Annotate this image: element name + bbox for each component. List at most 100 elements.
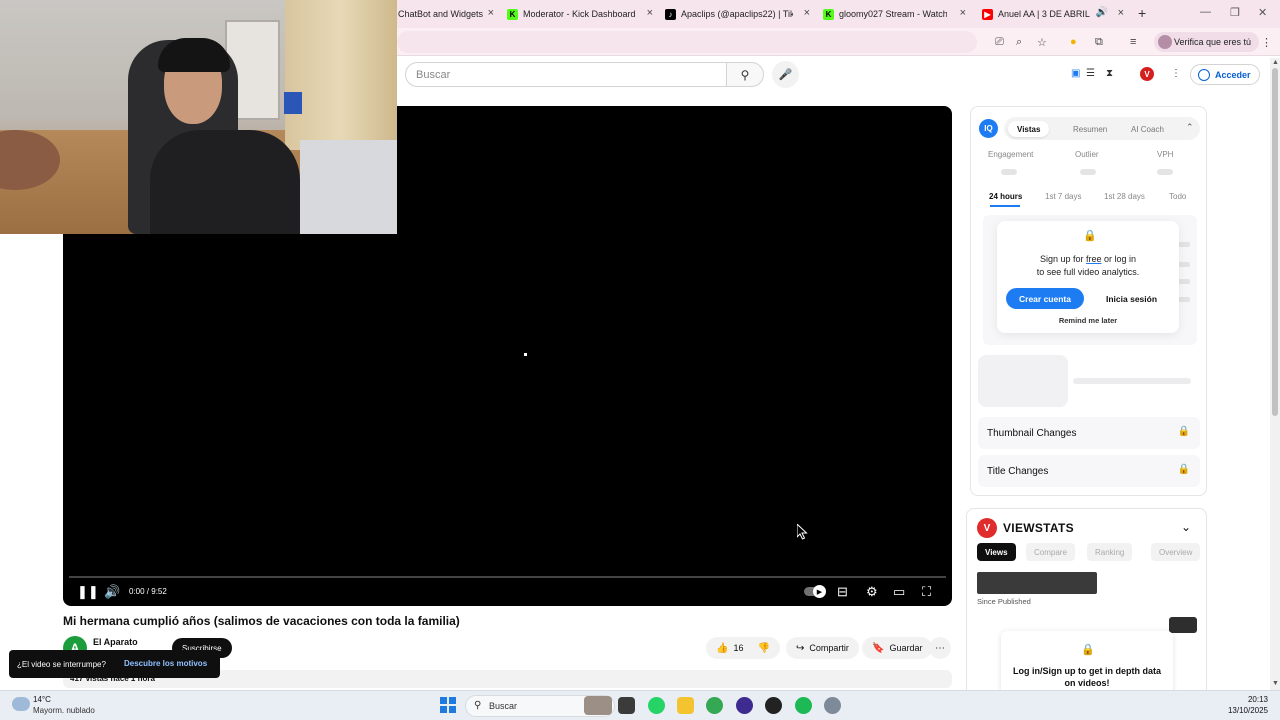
obs-icon[interactable]	[736, 697, 753, 714]
fullscreen-icon[interactable]: ⛶	[922, 584, 931, 600]
close-icon[interactable]: ×	[804, 7, 810, 19]
thumbs-up-icon[interactable]: 👍	[716, 643, 728, 654]
settings-gear-icon[interactable]: ⚙	[866, 584, 878, 600]
collapse-chevron-icon[interactable]: ⌃	[1186, 122, 1194, 133]
spotify-icon[interactable]	[795, 697, 812, 714]
axis-tick-hidden	[1178, 279, 1190, 284]
viewstats-panel: V VIEWSTATS ⌄ Views Compare Ranking Over…	[966, 508, 1207, 698]
settings-gear-icon[interactable]	[824, 697, 841, 714]
lock-icon: 🔒	[1177, 464, 1190, 475]
tab-youtube-active[interactable]: ▶ Anuel AA | 3 DE ABRIL - Yo 🔊 ×	[982, 4, 1124, 24]
thumbnail-changes-row[interactable]: Thumbnail Changes 🔒	[978, 417, 1200, 449]
app-active-icon[interactable]	[765, 697, 782, 714]
sign-in-button[interactable]: Acceder	[1190, 64, 1260, 85]
webcam-curtain	[285, 0, 397, 150]
search-button[interactable]: ⚲	[726, 62, 764, 87]
extensions-puzzle-icon[interactable]: ⧉	[1095, 36, 1103, 49]
range-underline	[990, 205, 1020, 207]
taskbar-search-label: Buscar	[489, 701, 518, 711]
close-icon[interactable]: ×	[647, 7, 653, 19]
close-window-icon[interactable]: ✕	[1258, 6, 1267, 19]
restore-icon[interactable]: ❐	[1230, 6, 1240, 19]
remind-later-link[interactable]: Remind me later	[1007, 316, 1169, 325]
media-control-icon[interactable]: ≡	[1130, 36, 1136, 48]
toast-link[interactable]: Descubre los motivos	[124, 659, 207, 668]
range-all[interactable]: Todo	[1169, 192, 1186, 201]
search-input[interactable]: Buscar	[405, 62, 727, 87]
channel-name[interactable]: El Aparato	[93, 637, 138, 647]
weather-temp[interactable]: 14°C	[33, 695, 51, 704]
viewstats-extension-icon[interactable]: V	[1140, 67, 1154, 81]
range-24h[interactable]: 24 hours	[989, 192, 1022, 201]
like-count[interactable]: 16	[733, 643, 743, 653]
vidiq-extension-icon[interactable]: ▣	[1071, 68, 1080, 79]
file-explorer-icon[interactable]	[677, 697, 694, 714]
viewstats-lock-message[interactable]: Log in/Sign up to get in depth data on v…	[1011, 665, 1163, 689]
search-highlight-icon[interactable]	[584, 696, 612, 715]
speaker-icon[interactable]: 🔊	[1096, 7, 1108, 18]
weather-condition[interactable]: Mayorm. nublado	[33, 706, 95, 715]
since-published-label: Since Published	[977, 597, 1031, 606]
settings-kebab-icon[interactable]: ⋮	[1171, 68, 1181, 79]
autoplay-toggle[interactable]: ▶	[804, 585, 826, 598]
subtitles-icon[interactable]: ⊟	[837, 584, 848, 600]
share-button[interactable]: ↪ Compartir	[786, 637, 859, 659]
minimize-icon[interactable]: —	[1200, 6, 1211, 18]
webcam-blue-bin	[284, 92, 302, 114]
menu-kebab-icon[interactable]: ⋮	[1261, 36, 1272, 49]
close-icon[interactable]: ×	[1118, 7, 1124, 19]
tab-compare[interactable]: Compare	[1026, 543, 1075, 561]
weather-cloud-icon[interactable]	[12, 697, 30, 711]
tab-views[interactable]: Views	[977, 543, 1016, 561]
close-icon[interactable]: ×	[960, 7, 966, 19]
new-tab-button[interactable]: +	[1138, 5, 1146, 21]
hourglass-icon[interactable]: ⧗	[1106, 68, 1113, 79]
more-actions-button[interactable]: ⋯	[929, 637, 951, 659]
page-scrollbar[interactable]: ▲ ▼	[1270, 58, 1280, 690]
scroll-thumb[interactable]	[1272, 68, 1278, 416]
close-icon[interactable]: ×	[488, 7, 494, 19]
bookmark-star-icon[interactable]: ☆	[1037, 36, 1047, 49]
save-label: Guardar	[889, 643, 923, 653]
range-7d[interactable]: 1st 7 days	[1045, 192, 1081, 201]
scroll-down-icon[interactable]: ▼	[1272, 680, 1279, 687]
tab-resumen[interactable]: Resumen	[1064, 121, 1116, 137]
thumbs-down-icon[interactable]: 👎	[757, 643, 769, 654]
tab-tiktok[interactable]: ♪ Apaclips (@apaclips22) | TikTok ×	[665, 4, 810, 24]
title-changes-row[interactable]: Title Changes 🔒	[978, 455, 1200, 487]
profile-verify-button[interactable]: Verifica que eres tú	[1154, 32, 1260, 52]
voice-search-button[interactable]: 🎤	[772, 61, 799, 88]
zoom-icon[interactable]: ⌕	[1016, 36, 1022, 49]
save-button[interactable]: 🔖 Guardar	[862, 637, 933, 659]
task-view-icon[interactable]	[618, 697, 635, 714]
tab-ranking[interactable]: Ranking	[1087, 543, 1133, 561]
whatsapp-icon[interactable]	[648, 697, 665, 714]
pause-icon[interactable]: ❚❚	[77, 584, 99, 600]
taskbar-clock[interactable]: 20:13 13/10/2025	[1200, 694, 1268, 716]
login-button[interactable]: Inicia sesión	[1098, 288, 1165, 309]
chevron-down-icon[interactable]: ⌄	[1181, 520, 1191, 534]
volume-icon[interactable]: 🔊	[104, 584, 120, 600]
metric-value-hidden	[1080, 169, 1096, 175]
viewstats-logo: V	[977, 518, 997, 538]
tab-kick-dashboard[interactable]: K Moderator - Kick Dashboard ×	[507, 4, 653, 24]
tab-ai-coach[interactable]: AI Coach	[1122, 121, 1173, 137]
tiktok-icon: ♪	[665, 8, 676, 20]
range-28d[interactable]: 1st 28 days	[1104, 192, 1145, 201]
metric-vph: VPH	[1157, 150, 1174, 159]
tab-vistas[interactable]: Vistas	[1008, 121, 1050, 137]
tab-overview[interactable]: Overview	[1151, 543, 1201, 561]
tab-label: Moderator - Kick Dashboard	[523, 9, 636, 19]
address-field[interactable]	[397, 31, 977, 53]
theater-mode-icon[interactable]: ▭	[893, 584, 905, 600]
scroll-up-icon[interactable]: ▲	[1272, 59, 1279, 66]
cast-icon[interactable]: ⎚	[995, 36, 1004, 49]
create-account-button[interactable]: Crear cuenta	[1006, 288, 1084, 309]
tab-kick-stream[interactable]: K gloomy027 Stream - Watch Live ×	[823, 4, 966, 24]
chrome-icon[interactable]	[706, 697, 723, 714]
extension-icon[interactable]: ●	[1070, 36, 1077, 48]
windows-start-icon[interactable]	[440, 697, 456, 713]
progress-bar[interactable]	[69, 576, 946, 578]
queue-icon[interactable]: ☰	[1086, 68, 1095, 79]
tab-chatbot[interactable]: ChatBot and Widgets ×	[398, 4, 494, 24]
